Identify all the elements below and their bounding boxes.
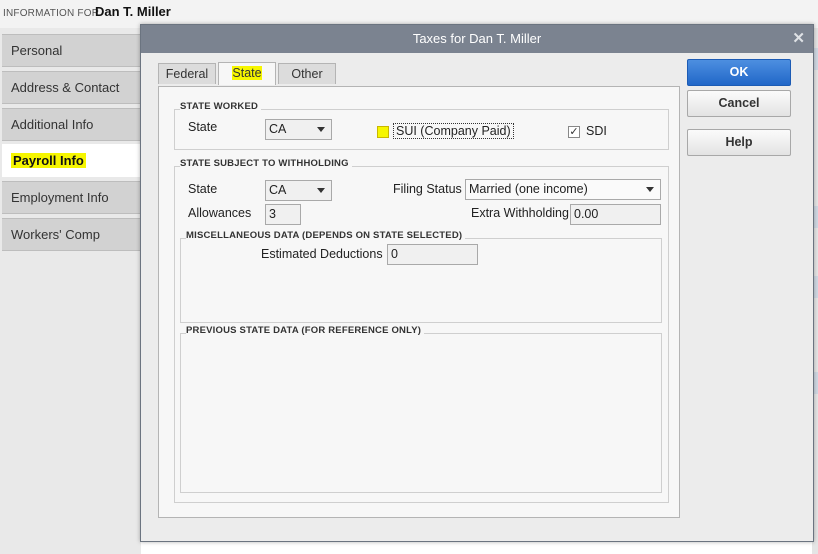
extra-withholding-label: Extra Withholding — [471, 206, 569, 220]
sidebar-item-additional-info[interactable]: Additional Info — [2, 108, 144, 141]
tab-federal[interactable]: Federal — [158, 63, 216, 84]
sidebar-item-payroll-info[interactable]: Payroll Info — [2, 144, 144, 177]
help-button[interactable]: Help — [687, 129, 791, 156]
withholding-state-label: State — [188, 182, 218, 196]
sidebar-item-workers-comp[interactable]: Workers' Comp — [2, 218, 144, 251]
chevron-down-icon — [646, 187, 654, 192]
sidebar-item-address-contact[interactable]: Address & Contact — [2, 71, 144, 104]
sui-label: SUI (Company Paid) — [393, 123, 514, 139]
sidebar-item-personal[interactable]: Personal — [2, 34, 144, 67]
filing-status-select[interactable]: Married (one income) — [465, 179, 661, 200]
state-worked-heading: STATE WORKED — [180, 101, 262, 112]
allowances-label: Allowances — [188, 206, 252, 220]
taxes-dialog: Taxes for Dan T. Miller ✕ Federal State … — [140, 24, 814, 542]
info-for-label: INFORMATION FOR — [3, 8, 100, 19]
sdi-label: SDI — [586, 124, 607, 138]
withholding-state-select[interactable]: CA — [265, 180, 332, 201]
extra-withholding-input[interactable]: 0.00 — [570, 204, 661, 225]
misc-data-heading: MISCELLANEOUS DATA (DEPENDS ON STATE SEL… — [186, 230, 466, 241]
estimated-deductions-label: Estimated Deductions — [261, 247, 383, 261]
state-worked-select[interactable]: CA — [265, 119, 332, 140]
filing-status-label: Filing Status — [393, 182, 462, 196]
estimated-deductions-input[interactable]: 0 — [387, 244, 478, 265]
employee-sidebar: Personal Address & Contact Additional In… — [0, 28, 144, 554]
allowances-input[interactable]: 3 — [265, 204, 301, 225]
tab-other[interactable]: Other — [278, 63, 336, 84]
tab-state[interactable]: State — [218, 62, 276, 85]
state-worked-state-label: State — [188, 120, 218, 134]
close-icon[interactable]: ✕ — [792, 25, 805, 53]
chevron-down-icon — [317, 127, 325, 132]
withholding-heading: STATE SUBJECT TO WITHHOLDING — [180, 158, 352, 169]
chevron-down-icon — [317, 188, 325, 193]
state-tab-panel: STATE WORKED State CA SUI (Company Paid)… — [158, 86, 680, 518]
cancel-button[interactable]: Cancel — [687, 90, 791, 117]
sdi-checkbox[interactable]: ✓ — [568, 126, 580, 138]
dialog-titlebar[interactable]: Taxes for Dan T. Miller ✕ — [141, 25, 813, 53]
sui-checkbox[interactable] — [377, 126, 389, 138]
employee-name: Dan T. Miller — [95, 4, 171, 19]
dialog-title: Taxes for Dan T. Miller — [412, 31, 542, 46]
sidebar-item-employment-info[interactable]: Employment Info — [2, 181, 144, 214]
previous-state-heading: PREVIOUS STATE DATA (FOR REFERENCE ONLY) — [186, 325, 425, 336]
ok-button[interactable]: OK — [687, 59, 791, 86]
checkmark-icon: ✓ — [569, 126, 579, 138]
previous-state-group — [180, 333, 662, 493]
